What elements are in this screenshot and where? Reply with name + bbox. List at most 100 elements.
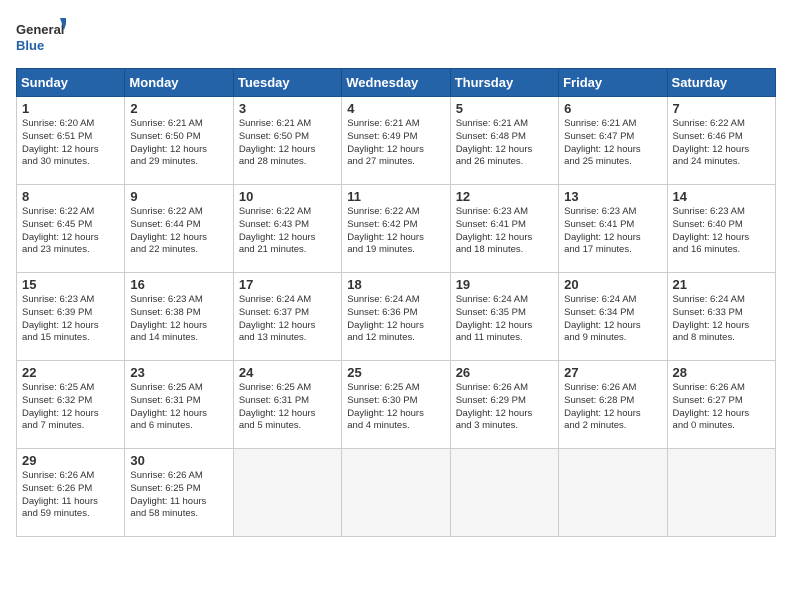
- day-info: Sunrise: 6:24 AM Sunset: 6:33 PM Dayligh…: [673, 294, 770, 345]
- day-number: 4: [347, 101, 444, 116]
- day-number: 3: [239, 101, 336, 116]
- day-info: Sunrise: 6:22 AM Sunset: 6:43 PM Dayligh…: [239, 206, 336, 257]
- week-row-2: 15 Sunrise: 6:23 AM Sunset: 6:39 PM Dayli…: [17, 273, 776, 361]
- calendar-cell: 4 Sunrise: 6:21 AM Sunset: 6:49 PM Daylig…: [342, 97, 450, 185]
- day-number: 26: [456, 365, 553, 380]
- day-info: Sunrise: 6:26 AM Sunset: 6:28 PM Dayligh…: [564, 382, 661, 433]
- day-number: 7: [673, 101, 770, 116]
- day-info: Sunrise: 6:23 AM Sunset: 6:39 PM Dayligh…: [22, 294, 119, 345]
- day-info: Sunrise: 6:25 AM Sunset: 6:31 PM Dayligh…: [130, 382, 227, 433]
- day-header-tuesday: Tuesday: [233, 69, 341, 97]
- day-header-wednesday: Wednesday: [342, 69, 450, 97]
- calendar-cell: 25 Sunrise: 6:25 AM Sunset: 6:30 PM Dayli…: [342, 361, 450, 449]
- day-number: 23: [130, 365, 227, 380]
- calendar-cell: [233, 449, 341, 537]
- week-row-1: 8 Sunrise: 6:22 AM Sunset: 6:45 PM Daylig…: [17, 185, 776, 273]
- day-info: Sunrise: 6:26 AM Sunset: 6:27 PM Dayligh…: [673, 382, 770, 433]
- day-number: 8: [22, 189, 119, 204]
- calendar-cell: 21 Sunrise: 6:24 AM Sunset: 6:33 PM Dayli…: [667, 273, 775, 361]
- day-header-saturday: Saturday: [667, 69, 775, 97]
- day-info: Sunrise: 6:24 AM Sunset: 6:35 PM Dayligh…: [456, 294, 553, 345]
- day-info: Sunrise: 6:21 AM Sunset: 6:47 PM Dayligh…: [564, 118, 661, 169]
- calendar-cell: 28 Sunrise: 6:26 AM Sunset: 6:27 PM Dayli…: [667, 361, 775, 449]
- day-info: Sunrise: 6:26 AM Sunset: 6:25 PM Dayligh…: [130, 470, 227, 521]
- day-info: Sunrise: 6:23 AM Sunset: 6:40 PM Dayligh…: [673, 206, 770, 257]
- logo-svg: General Blue: [16, 16, 66, 60]
- day-number: 9: [130, 189, 227, 204]
- day-info: Sunrise: 6:25 AM Sunset: 6:31 PM Dayligh…: [239, 382, 336, 433]
- calendar-cell: 24 Sunrise: 6:25 AM Sunset: 6:31 PM Dayli…: [233, 361, 341, 449]
- day-info: Sunrise: 6:23 AM Sunset: 6:41 PM Dayligh…: [456, 206, 553, 257]
- day-header-sunday: Sunday: [17, 69, 125, 97]
- day-number: 15: [22, 277, 119, 292]
- day-number: 22: [22, 365, 119, 380]
- calendar-cell: 18 Sunrise: 6:24 AM Sunset: 6:36 PM Dayli…: [342, 273, 450, 361]
- header: General Blue: [16, 16, 776, 60]
- calendar-cell: [559, 449, 667, 537]
- day-number: 25: [347, 365, 444, 380]
- day-number: 2: [130, 101, 227, 116]
- day-number: 17: [239, 277, 336, 292]
- calendar-cell: 6 Sunrise: 6:21 AM Sunset: 6:47 PM Daylig…: [559, 97, 667, 185]
- calendar-cell: 16Sunrise: 6:23 AM Sunset: 6:38 PM Dayli…: [125, 273, 233, 361]
- svg-text:Blue: Blue: [16, 38, 44, 53]
- calendar-cell: 19Sunrise: 6:24 AM Sunset: 6:35 PM Dayli…: [450, 273, 558, 361]
- day-number: 20: [564, 277, 661, 292]
- day-number: 30: [130, 453, 227, 468]
- day-info: Sunrise: 6:21 AM Sunset: 6:50 PM Dayligh…: [239, 118, 336, 169]
- day-info: Sunrise: 6:25 AM Sunset: 6:32 PM Dayligh…: [22, 382, 119, 433]
- day-info: Sunrise: 6:22 AM Sunset: 6:45 PM Dayligh…: [22, 206, 119, 257]
- calendar-cell: 23 Sunrise: 6:25 AM Sunset: 6:31 PM Dayli…: [125, 361, 233, 449]
- day-info: Sunrise: 6:24 AM Sunset: 6:34 PM Dayligh…: [564, 294, 661, 345]
- day-info: Sunrise: 6:21 AM Sunset: 6:49 PM Dayligh…: [347, 118, 444, 169]
- calendar-cell: 11 Sunrise: 6:22 AM Sunset: 6:42 PM Dayli…: [342, 185, 450, 273]
- day-number: 27: [564, 365, 661, 380]
- calendar-cell: 7 Sunrise: 6:22 AM Sunset: 6:46 PM Daylig…: [667, 97, 775, 185]
- calendar-cell: 13Sunrise: 6:23 AM Sunset: 6:41 PM Dayli…: [559, 185, 667, 273]
- calendar-cell: 20 Sunrise: 6:24 AM Sunset: 6:34 PM Dayli…: [559, 273, 667, 361]
- day-header-friday: Friday: [559, 69, 667, 97]
- calendar-cell: 14 Sunrise: 6:23 AM Sunset: 6:40 PM Dayli…: [667, 185, 775, 273]
- day-info: Sunrise: 6:22 AM Sunset: 6:46 PM Dayligh…: [673, 118, 770, 169]
- day-info: Sunrise: 6:23 AM Sunset: 6:38 PM Dayligh…: [130, 294, 227, 345]
- calendar-cell: 12 Sunrise: 6:23 AM Sunset: 6:41 PM Dayli…: [450, 185, 558, 273]
- day-info: Sunrise: 6:21 AM Sunset: 6:48 PM Dayligh…: [456, 118, 553, 169]
- day-number: 6: [564, 101, 661, 116]
- day-number: 18: [347, 277, 444, 292]
- week-row-0: 1 Sunrise: 6:20 AM Sunset: 6:51 PM Daylig…: [17, 97, 776, 185]
- calendar-cell: 5 Sunrise: 6:21 AM Sunset: 6:48 PM Daylig…: [450, 97, 558, 185]
- calendar-cell: 17 Sunrise: 6:24 AM Sunset: 6:37 PM Dayli…: [233, 273, 341, 361]
- day-number: 21: [673, 277, 770, 292]
- svg-text:General: General: [16, 22, 64, 37]
- day-info: Sunrise: 6:22 AM Sunset: 6:44 PM Dayligh…: [130, 206, 227, 257]
- calendar-cell: 15 Sunrise: 6:23 AM Sunset: 6:39 PM Dayli…: [17, 273, 125, 361]
- calendar-cell: [450, 449, 558, 537]
- week-row-3: 22 Sunrise: 6:25 AM Sunset: 6:32 PM Dayli…: [17, 361, 776, 449]
- calendar-cell: 3 Sunrise: 6:21 AM Sunset: 6:50 PM Daylig…: [233, 97, 341, 185]
- day-info: Sunrise: 6:24 AM Sunset: 6:36 PM Dayligh…: [347, 294, 444, 345]
- day-header-monday: Monday: [125, 69, 233, 97]
- day-number: 29: [22, 453, 119, 468]
- day-number: 5: [456, 101, 553, 116]
- day-info: Sunrise: 6:24 AM Sunset: 6:37 PM Dayligh…: [239, 294, 336, 345]
- calendar-cell: 29Sunrise: 6:26 AM Sunset: 6:26 PM Dayli…: [17, 449, 125, 537]
- day-number: 1: [22, 101, 119, 116]
- day-number: 24: [239, 365, 336, 380]
- day-info: Sunrise: 6:23 AM Sunset: 6:41 PM Dayligh…: [564, 206, 661, 257]
- week-row-4: 29Sunrise: 6:26 AM Sunset: 6:26 PM Dayli…: [17, 449, 776, 537]
- day-number: 14: [673, 189, 770, 204]
- calendar-table: SundayMondayTuesdayWednesdayThursdayFrid…: [16, 68, 776, 537]
- day-number: 28: [673, 365, 770, 380]
- day-header-thursday: Thursday: [450, 69, 558, 97]
- day-number: 10: [239, 189, 336, 204]
- day-info: Sunrise: 6:20 AM Sunset: 6:51 PM Dayligh…: [22, 118, 119, 169]
- day-info: Sunrise: 6:25 AM Sunset: 6:30 PM Dayligh…: [347, 382, 444, 433]
- day-number: 11: [347, 189, 444, 204]
- calendar-cell: 2 Sunrise: 6:21 AM Sunset: 6:50 PM Daylig…: [125, 97, 233, 185]
- day-info: Sunrise: 6:21 AM Sunset: 6:50 PM Dayligh…: [130, 118, 227, 169]
- calendar-cell: 1 Sunrise: 6:20 AM Sunset: 6:51 PM Daylig…: [17, 97, 125, 185]
- calendar-cell: [667, 449, 775, 537]
- day-number: 12: [456, 189, 553, 204]
- day-info: Sunrise: 6:22 AM Sunset: 6:42 PM Dayligh…: [347, 206, 444, 257]
- calendar-cell: 8 Sunrise: 6:22 AM Sunset: 6:45 PM Daylig…: [17, 185, 125, 273]
